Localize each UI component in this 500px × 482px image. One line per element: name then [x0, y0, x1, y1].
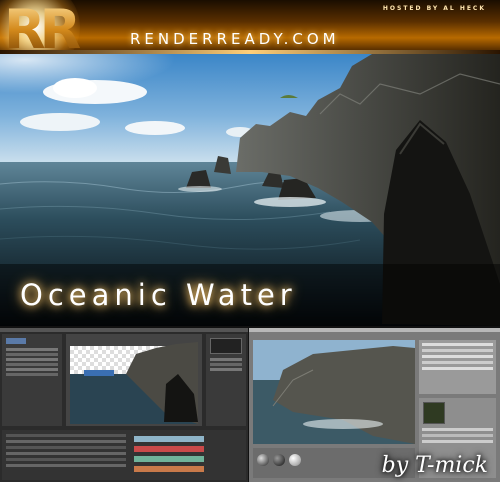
timeline-panel	[2, 430, 246, 480]
timeline-layer-bar[interactable]	[134, 446, 204, 452]
effects-panel	[206, 334, 246, 426]
timeline-layer-bar[interactable]	[134, 436, 204, 442]
site-url[interactable]: RENDERREADY.COM	[130, 30, 340, 48]
project-panel	[2, 334, 62, 426]
object-manager	[419, 340, 496, 394]
timeline-layer-bar[interactable]	[134, 456, 204, 462]
hosted-by-text: HOSTED BY AL HECK	[382, 5, 486, 12]
menu-bar	[0, 328, 248, 332]
site-banner: RR HOSTED BY AL HECK RENDERREADY.COM	[0, 0, 500, 54]
author-credit: by T-mick	[381, 453, 488, 478]
hero-title: Oceanic Water	[20, 278, 297, 312]
svg-text:RR: RR	[4, 2, 81, 52]
3d-viewport	[253, 340, 415, 444]
viewer-preview-image	[70, 342, 198, 424]
compositing-app-screenshot	[0, 328, 248, 482]
rr-logo-icon: RR	[4, 2, 87, 52]
menu-bar	[249, 328, 500, 332]
viewport-preview-image	[253, 340, 415, 444]
timeline-layer-bar[interactable]	[134, 466, 204, 472]
composition-viewer	[66, 334, 202, 426]
